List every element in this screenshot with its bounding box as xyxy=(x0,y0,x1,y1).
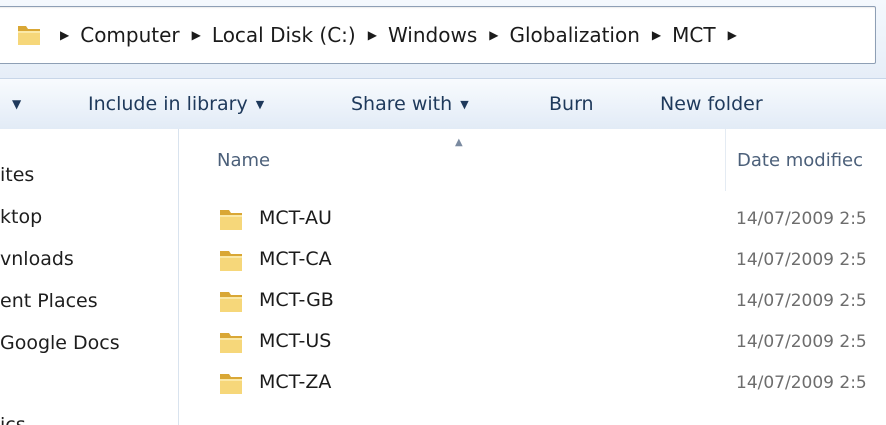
column-divider[interactable] xyxy=(725,129,726,191)
breadcrumb-label: MCT xyxy=(672,23,716,47)
new-folder-label: New folder xyxy=(660,93,763,115)
file-name: MCT-CA xyxy=(259,248,332,270)
breadcrumb-label: Computer xyxy=(80,23,180,47)
file-date-modified: 14/07/2009 2:5 xyxy=(736,373,867,393)
list-item[interactable]: MCT-ZA 14/07/2009 2:5 xyxy=(179,365,886,405)
file-name: MCT-ZA xyxy=(259,371,332,393)
nav-item-libraries[interactable]: ics xyxy=(0,416,26,425)
breadcrumb-label: Globalization xyxy=(509,23,640,47)
folder-icon xyxy=(217,369,245,397)
file-name: MCT-AU xyxy=(259,207,332,229)
chevron-down-icon: ▼ xyxy=(460,97,469,111)
file-name: MCT-GB xyxy=(259,289,334,311)
share-with-label: Share with xyxy=(351,93,453,115)
navigation-pane: ites ktop vnloads ent Places Google Docs… xyxy=(0,129,179,425)
nav-item-google-docs[interactable]: Google Docs xyxy=(0,334,120,353)
nav-item-desktop[interactable]: ktop xyxy=(0,208,42,227)
new-folder-button[interactable]: New folder xyxy=(660,79,763,129)
file-date-modified: 14/07/2009 2:5 xyxy=(736,250,867,270)
chevron-right-icon[interactable]: ▶ xyxy=(60,29,69,41)
breadcrumb-local-disk[interactable]: ▶ Local Disk (C:) xyxy=(180,25,356,45)
chevron-down-icon: ▼ xyxy=(255,97,265,111)
file-date-modified: 14/07/2009 2:5 xyxy=(736,291,867,311)
address-bar[interactable]: ▶ Computer ▶ Local Disk (C:) ▶ Windows ▶… xyxy=(0,6,876,64)
chevron-right-icon[interactable]: ▶ xyxy=(368,29,377,41)
breadcrumb-windows[interactable]: ▶ Windows xyxy=(356,25,478,45)
chevron-right-icon[interactable]: ▶ xyxy=(728,29,737,41)
organize-dropdown[interactable]: ▼ xyxy=(12,79,21,129)
folder-icon xyxy=(16,22,42,48)
include-in-library-label: Include in library xyxy=(88,93,248,115)
list-item[interactable]: MCT-CA 14/07/2009 2:5 xyxy=(179,242,886,282)
address-area: ▶ Computer ▶ Local Disk (C:) ▶ Windows ▶… xyxy=(0,0,886,78)
nav-item-favorites[interactable]: ites xyxy=(0,166,34,185)
breadcrumb-mct[interactable]: ▶ MCT xyxy=(640,25,716,45)
breadcrumb-label: Local Disk (C:) xyxy=(211,23,356,47)
folder-icon xyxy=(217,287,245,315)
file-date-modified: 14/07/2009 2:5 xyxy=(736,209,867,229)
nav-item-recent-places[interactable]: ent Places xyxy=(0,292,98,311)
column-header-date-modified[interactable]: Date modifiec xyxy=(737,129,863,191)
breadcrumb-label: Windows xyxy=(387,23,478,47)
burn-button[interactable]: Burn xyxy=(549,79,594,129)
share-with-button[interactable]: Share with ▼ xyxy=(351,79,469,129)
command-bar: ▼ Include in library ▼ Share with ▼ Burn… xyxy=(0,78,886,130)
breadcrumb-subfolders-button[interactable]: ▶ xyxy=(716,29,748,41)
nav-item-downloads[interactable]: vnloads xyxy=(0,250,74,269)
folder-icon xyxy=(217,328,245,356)
burn-label: Burn xyxy=(549,93,594,115)
explorer-window: ▶ Computer ▶ Local Disk (C:) ▶ Windows ▶… xyxy=(0,0,886,425)
list-item[interactable]: MCT-AU 14/07/2009 2:5 xyxy=(179,201,886,241)
include-in-library-button[interactable]: Include in library ▼ xyxy=(88,79,264,129)
chevron-right-icon[interactable]: ▶ xyxy=(489,29,498,41)
chevron-down-icon[interactable]: ▼ xyxy=(12,97,21,111)
sort-ascending-icon: ▲ xyxy=(455,137,463,148)
column-header-name[interactable]: Name xyxy=(217,129,270,191)
file-name: MCT-US xyxy=(259,330,332,352)
list-item[interactable]: MCT-GB 14/07/2009 2:5 xyxy=(179,283,886,323)
chevron-right-icon[interactable]: ▶ xyxy=(652,29,661,41)
folder-icon xyxy=(217,246,245,274)
file-date-modified: 14/07/2009 2:5 xyxy=(736,332,867,352)
list-item[interactable]: MCT-US 14/07/2009 2:5 xyxy=(179,324,886,364)
chevron-right-icon[interactable]: ▶ xyxy=(192,29,201,41)
breadcrumb-globalization[interactable]: ▶ Globalization xyxy=(477,25,640,45)
file-list: ▲ Name Date modifiec MCT-AU 14/07/2009 2… xyxy=(179,129,886,425)
breadcrumb-computer[interactable]: ▶ Computer xyxy=(48,25,180,45)
folder-icon xyxy=(217,205,245,233)
